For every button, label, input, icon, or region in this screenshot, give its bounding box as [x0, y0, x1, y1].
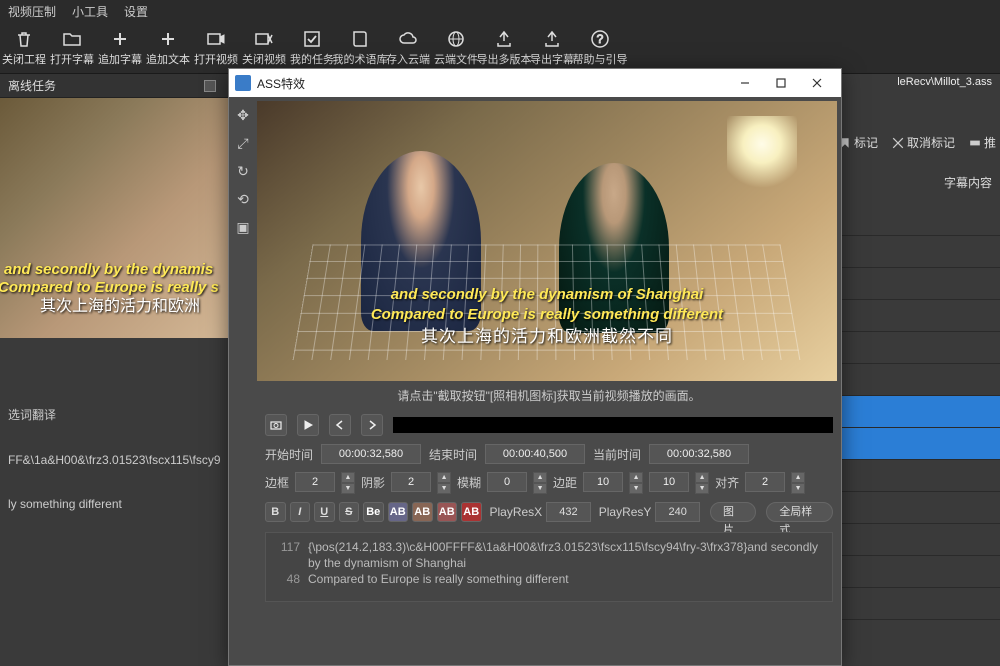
- close-button[interactable]: [799, 69, 835, 97]
- next-button[interactable]: [361, 414, 383, 436]
- blur-label: 模糊: [457, 474, 481, 491]
- toolbar-cloud[interactable]: 存入云端: [384, 22, 432, 73]
- align-input[interactable]: 2: [745, 472, 785, 492]
- tool-rotate-icon[interactable]: ↻: [233, 161, 253, 181]
- playresy-label: PlayResY: [599, 505, 652, 519]
- align-label: 对齐: [715, 474, 739, 491]
- start-time-label: 开始时间: [265, 446, 313, 463]
- start-time-input[interactable]: 00:00:32,580: [321, 444, 421, 464]
- ass-code-area[interactable]: 117 {\pos(214.2,183.3)\c&H00FFFF&\1a&H00&…: [265, 532, 833, 602]
- be-button[interactable]: Be: [363, 502, 384, 522]
- toolbar-export[interactable]: 导出字幕: [528, 22, 576, 73]
- mark-btn[interactable]: 标记: [839, 134, 878, 151]
- main-toolbar: 关闭工程打开字幕追加字幕追加文本打开视频关闭视频我的任务我的术语库存入云端云端文…: [0, 22, 1000, 74]
- file-path: leRecv\Millot_3.ass: [889, 74, 1000, 94]
- color3-button[interactable]: AB: [437, 502, 458, 522]
- subtitle-content-header: 字幕内容: [944, 174, 992, 191]
- underline-button[interactable]: U: [314, 502, 335, 522]
- play-button[interactable]: [297, 414, 319, 436]
- playresx-label: PlayResX: [490, 505, 543, 519]
- shadow-spin[interactable]: ▲▼: [437, 472, 451, 492]
- end-time-label: 结束时间: [429, 446, 477, 463]
- toolbar-check[interactable]: 我的任务: [288, 22, 336, 73]
- capture-button[interactable]: [265, 414, 287, 436]
- end-time-input[interactable]: 00:00:40,500: [485, 444, 585, 464]
- bg-subtitle-line3: 其次上海的活力和欧洲: [40, 292, 200, 316]
- ass-effects-dialog: ASS特效 ✥ ⤢ ↻ ⟲ ▣ and secondly by the dyna…: [228, 68, 842, 666]
- maximize-button[interactable]: [763, 69, 799, 97]
- dialog-titlebar[interactable]: ASS特效: [229, 69, 841, 97]
- menu-tools[interactable]: 小工具: [72, 3, 108, 20]
- shadow-label: 阴影: [361, 474, 385, 491]
- tool-zoom-icon[interactable]: ⤢: [233, 133, 253, 153]
- global-style-button[interactable]: 全局样式: [766, 502, 833, 522]
- preview-subtitle-3: 其次上海的活力和欧洲截然不同: [421, 322, 673, 347]
- blur-spin[interactable]: ▲▼: [533, 472, 547, 492]
- video-preview[interactable]: and secondly by the dynamism of Shanghai…: [257, 101, 837, 381]
- code-line[interactable]: Compared to Europe is really something d…: [308, 571, 826, 587]
- toolbar-folder[interactable]: 打开字幕: [48, 22, 96, 73]
- margin-r-input[interactable]: 10: [649, 472, 689, 492]
- capture-hint: 请点击"截取按钮"[照相机图标]获取当前视频播放的画面。: [257, 381, 841, 410]
- code-line[interactable]: {\pos(214.2,183.3)\c&H00FFFF&\1a&H00&\fr…: [308, 539, 826, 571]
- seek-bar[interactable]: [393, 417, 833, 433]
- shadow-input[interactable]: 2: [391, 472, 431, 492]
- svg-text:?: ?: [597, 32, 604, 46]
- toolbar-video[interactable]: 打开视频: [192, 22, 240, 73]
- vertical-toolbar: ✥ ⤢ ↻ ⟲ ▣: [229, 97, 257, 665]
- color1-button[interactable]: AB: [388, 502, 409, 522]
- menu-video[interactable]: 视频压制: [8, 3, 56, 20]
- menu-settings[interactable]: 设置: [124, 3, 148, 20]
- playresy-input[interactable]: 240: [655, 502, 700, 522]
- current-time-label: 当前时间: [593, 446, 641, 463]
- unmark-btn[interactable]: 取消标记: [892, 134, 955, 151]
- prev-button[interactable]: [329, 414, 351, 436]
- ass-code-fragment: FF&\1a&H00&\frz3.01523\fscx115\fscy9: [8, 453, 222, 467]
- line-number: 117: [272, 539, 300, 571]
- blur-input[interactable]: 0: [487, 472, 527, 492]
- text-fragment: ly something different: [8, 497, 222, 511]
- offline-tasks-tab[interactable]: 离线任务: [8, 77, 56, 94]
- toolbar-plus[interactable]: 追加字幕: [96, 22, 144, 73]
- preview-subtitle-1: and secondly by the dynamism of Shanghai: [391, 286, 704, 303]
- playresx-input[interactable]: 432: [546, 502, 591, 522]
- term-translate-label: 选词翻译: [8, 406, 222, 423]
- border-label: 边框: [265, 474, 289, 491]
- border-spin[interactable]: ▲▼: [341, 472, 355, 492]
- dialog-icon: [235, 75, 251, 91]
- checkbox[interactable]: [204, 80, 216, 92]
- preview-subtitle-2: Compared to Europe is really something d…: [371, 306, 723, 323]
- border-input[interactable]: 2: [295, 472, 335, 492]
- tool-move-icon[interactable]: ✥: [233, 105, 253, 125]
- color2-button[interactable]: AB: [412, 502, 433, 522]
- toolbar-book[interactable]: 我的术语库: [336, 22, 384, 73]
- italic-button[interactable]: I: [290, 502, 311, 522]
- bold-button[interactable]: B: [265, 502, 286, 522]
- toolbar-earth[interactable]: 云端文件: [432, 22, 480, 73]
- toolbar-plus[interactable]: 追加文本: [144, 22, 192, 73]
- toolbar-video-x[interactable]: 关闭视频: [240, 22, 288, 73]
- toolbar-trash[interactable]: 关闭工程: [0, 22, 48, 73]
- toolbar-export[interactable]: 导出多版本: [480, 22, 528, 73]
- image-button[interactable]: 图片: [710, 502, 756, 522]
- minimize-button[interactable]: [727, 69, 763, 97]
- bg-subtitle-line1: and secondly by the dynamis: [4, 261, 213, 278]
- margin-l-input[interactable]: 10: [583, 472, 623, 492]
- current-time-input[interactable]: 00:00:32,580: [649, 444, 749, 464]
- toolbar-help[interactable]: ?帮助与引导: [576, 22, 624, 73]
- push-btn[interactable]: 推: [969, 134, 996, 151]
- left-panel: 离线任务 and secondly by the dynamis Compare…: [0, 74, 230, 666]
- top-menu: 视频压制 小工具 设置: [0, 0, 1000, 22]
- tool-crop-icon[interactable]: ▣: [233, 217, 253, 237]
- line-number: 48: [272, 571, 300, 587]
- tool-reset-icon[interactable]: ⟲: [233, 189, 253, 209]
- color4-button[interactable]: AB: [461, 502, 482, 522]
- margin-label: 边距: [553, 474, 577, 491]
- background-video-thumb: and secondly by the dynamis Compared to …: [0, 98, 230, 338]
- dialog-title: ASS特效: [257, 75, 727, 92]
- strike-button[interactable]: S: [339, 502, 360, 522]
